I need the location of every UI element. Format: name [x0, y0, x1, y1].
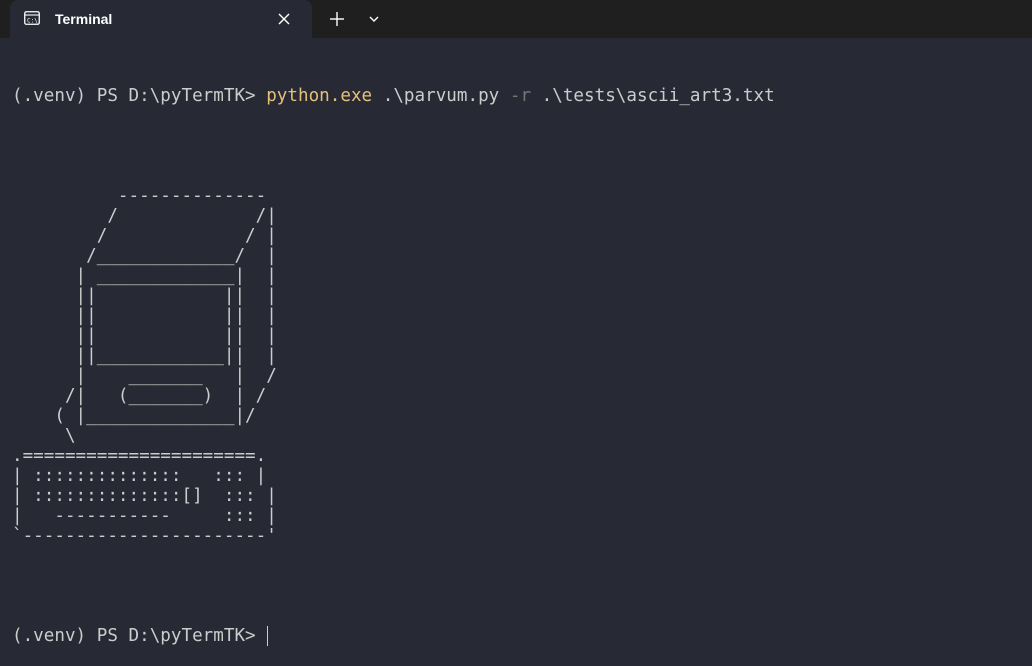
- ascii-art-line: [12, 546, 1022, 566]
- ascii-art-line: | _______ | /: [12, 366, 277, 386]
- ascii-art-line: | ----------- ::: |: [12, 506, 277, 526]
- prompt-text: (.venv) PS D:\pyTermTK>: [12, 86, 267, 106]
- ascii-art-line: || || |: [12, 306, 277, 326]
- ascii-art-line: `-----------------------': [12, 526, 277, 546]
- ascii-art-line: /_____________/ |: [12, 246, 277, 266]
- ascii-art-line: [12, 146, 1022, 166]
- ascii-art-line: ||____________|| |: [12, 346, 277, 366]
- tab-title: Terminal: [55, 11, 113, 27]
- prompt-text: (.venv) PS D:\pyTermTK>: [12, 626, 267, 646]
- ascii-art-line: /| (_______) | /: [12, 386, 267, 406]
- ascii-art-line: [12, 566, 1022, 586]
- text-cursor: [267, 626, 269, 646]
- ascii-art-line: ( |______________|/: [12, 406, 256, 426]
- ascii-art-line: || || |: [12, 326, 277, 346]
- ascii-art-line: .======================.: [12, 446, 267, 466]
- plus-icon[interactable]: [326, 8, 348, 30]
- tab-terminal[interactable]: C:\ Terminal: [10, 0, 312, 38]
- svg-text:C:\: C:\: [27, 18, 38, 25]
- command-arg: .\parvum.py: [372, 86, 510, 106]
- command-line: (.venv) PS D:\pyTermTK> python.exe .\par…: [12, 86, 1022, 106]
- final-prompt-line[interactable]: (.venv) PS D:\pyTermTK>: [12, 626, 1022, 646]
- command-flag: -r: [509, 86, 532, 106]
- title-bar: C:\ Terminal: [0, 0, 1032, 38]
- command-arg: .\tests\ascii_art3.txt: [531, 86, 775, 106]
- ascii-art-line: || || |: [12, 286, 277, 306]
- ascii-art-line: | :::::::::::::: ::: |: [12, 466, 267, 486]
- ascii-art-line: \: [12, 426, 76, 446]
- ascii-art-line: --------------: [12, 186, 267, 206]
- ascii-art-line: / /|: [12, 206, 277, 226]
- close-icon[interactable]: [274, 9, 294, 29]
- ascii-art-line: / / |: [12, 226, 277, 246]
- command-executable: python.exe: [266, 86, 373, 106]
- ascii-art-line: [12, 166, 1022, 186]
- ascii-art-line: | ::::::::::::::[] ::: |: [12, 486, 277, 506]
- terminal-output[interactable]: (.venv) PS D:\pyTermTK> python.exe .\par…: [12, 46, 1022, 646]
- ascii-art-line: | _____________| |: [12, 266, 277, 286]
- chevron-down-icon[interactable]: [364, 9, 384, 29]
- ascii-art: -------------- / /| / / | /_____________…: [12, 146, 1022, 586]
- terminal-icon: C:\: [24, 11, 40, 25]
